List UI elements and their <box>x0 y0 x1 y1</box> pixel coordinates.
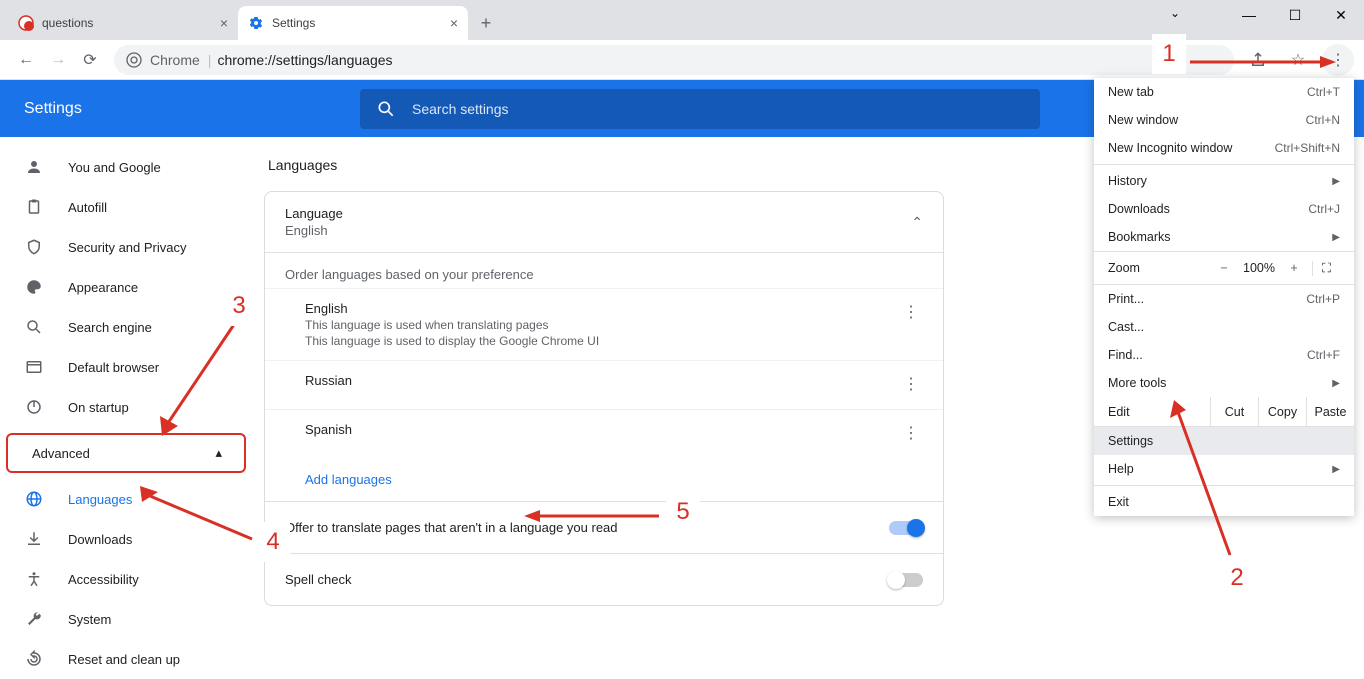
annotation-3: 3 <box>222 286 256 326</box>
menu-find[interactable]: Find...Ctrl+F <box>1094 341 1354 369</box>
translate-toggle[interactable] <box>889 521 923 535</box>
gear-icon <box>248 15 264 31</box>
annotation-1: 1 <box>1152 34 1186 74</box>
zoom-minus[interactable]: − <box>1210 261 1238 275</box>
page-title: Languages <box>264 157 944 173</box>
more-icon[interactable]: ⋮ <box>899 422 923 446</box>
menu-more-tools[interactable]: More tools▶ <box>1094 369 1354 397</box>
reload-button[interactable]: ⟳ <box>74 44 106 76</box>
tab-title: questions <box>42 16 93 30</box>
languages-card: Language English ⌃ Order languages based… <box>264 191 944 606</box>
chevron-down-icon[interactable]: ⌄ <box>1170 6 1180 20</box>
browser-icon <box>24 357 44 377</box>
chrome-icon <box>126 52 142 68</box>
sidebar-advanced[interactable]: Advanced ▴ <box>6 433 246 473</box>
order-text: Order languages based on your preference <box>265 253 943 288</box>
omnibox-host: Chrome <box>150 52 200 68</box>
menu-new-window[interactable]: New windowCtrl+N <box>1094 106 1354 134</box>
menu-downloads[interactable]: DownloadsCtrl+J <box>1094 195 1354 223</box>
shield-icon <box>24 237 44 257</box>
sidebar-item-reset[interactable]: Reset and clean up <box>0 639 256 679</box>
person-icon <box>24 157 44 177</box>
clipboard-icon <box>24 197 44 217</box>
search-icon <box>376 99 396 119</box>
menu-paste[interactable]: Paste <box>1306 397 1354 426</box>
close-window-button[interactable]: ✕ <box>1318 0 1364 30</box>
annotation-5: 5 <box>666 492 700 532</box>
spellcheck-toggle[interactable] <box>889 573 923 587</box>
menu-print[interactable]: Print...Ctrl+P <box>1094 285 1354 313</box>
wrench-icon <box>24 609 44 629</box>
tab-title: Settings <box>272 16 315 30</box>
power-icon <box>24 397 44 417</box>
search-icon <box>24 317 44 337</box>
palette-icon <box>24 277 44 297</box>
maximize-button[interactable]: ☐ <box>1272 0 1318 30</box>
sidebar-item-autofill[interactable]: Autofill <box>0 187 256 227</box>
arrow-2 <box>1160 400 1240 560</box>
language-header[interactable]: Language English ⌃ <box>265 192 943 253</box>
arrow-3 <box>150 318 250 438</box>
language-row-russian: Russian ⋮ <box>265 360 943 409</box>
sidebar-item-system[interactable]: System <box>0 599 256 639</box>
sidebar-item-appearance[interactable]: Appearance <box>0 267 256 307</box>
spell-check-row: Spell check <box>265 553 943 605</box>
menu-new-tab[interactable]: New tabCtrl+T <box>1094 78 1354 106</box>
menu-new-incognito[interactable]: New Incognito windowCtrl+Shift+N <box>1094 134 1354 162</box>
fullscreen-icon[interactable]: ⛶ <box>1312 261 1340 276</box>
sidebar-item-you-google[interactable]: You and Google <box>0 147 256 187</box>
add-languages-button[interactable]: Add languages <box>265 458 943 501</box>
tab-settings[interactable]: Settings × <box>238 6 468 40</box>
close-icon[interactable]: × <box>450 15 458 31</box>
omnibox[interactable]: Chrome | chrome://settings/languages <box>114 45 1234 75</box>
omnibox-url: chrome://settings/languages <box>217 52 392 68</box>
chevron-up-icon: ▴ <box>215 445 222 461</box>
accessibility-icon <box>24 569 44 589</box>
arrow-5 <box>524 506 664 526</box>
more-icon[interactable]: ⋮ <box>899 301 923 325</box>
menu-zoom: Zoom − 100% + ⛶ <box>1094 251 1354 285</box>
arrow-4 <box>132 484 262 544</box>
minimize-button[interactable]: — <box>1226 0 1272 30</box>
menu-copy[interactable]: Copy <box>1258 397 1306 426</box>
header-title: Settings <box>0 100 360 118</box>
sidebar-item-accessibility[interactable]: Accessibility <box>0 559 256 599</box>
globe-icon <box>18 15 34 31</box>
search-input[interactable] <box>412 101 1024 117</box>
search-settings[interactable] <box>360 89 1040 129</box>
back-button[interactable]: ← <box>10 44 42 76</box>
arrow-1 <box>1190 52 1340 72</box>
annotation-2: 2 <box>1220 558 1254 598</box>
download-icon <box>24 529 44 549</box>
chevron-up-icon[interactable]: ⌃ <box>911 214 923 231</box>
globe-icon <box>24 489 44 509</box>
language-row-english: English This language is used when trans… <box>265 288 943 360</box>
forward-button[interactable]: → <box>42 44 74 76</box>
menu-cast[interactable]: Cast... <box>1094 313 1354 341</box>
close-icon[interactable]: × <box>220 15 228 31</box>
more-icon[interactable]: ⋮ <box>899 373 923 397</box>
annotation-4: 4 <box>256 522 290 562</box>
new-tab-button[interactable]: + <box>472 9 500 37</box>
tab-questions[interactable]: questions × <box>8 6 238 40</box>
window-controls: — ☐ ✕ <box>1226 0 1364 30</box>
zoom-plus[interactable]: + <box>1280 261 1308 275</box>
menu-bookmarks[interactable]: Bookmarks▶ <box>1094 223 1354 251</box>
language-row-spanish: Spanish ⋮ <box>265 409 943 458</box>
reset-icon <box>24 649 44 669</box>
sidebar-item-security[interactable]: Security and Privacy <box>0 227 256 267</box>
menu-history[interactable]: History▶ <box>1094 167 1354 195</box>
